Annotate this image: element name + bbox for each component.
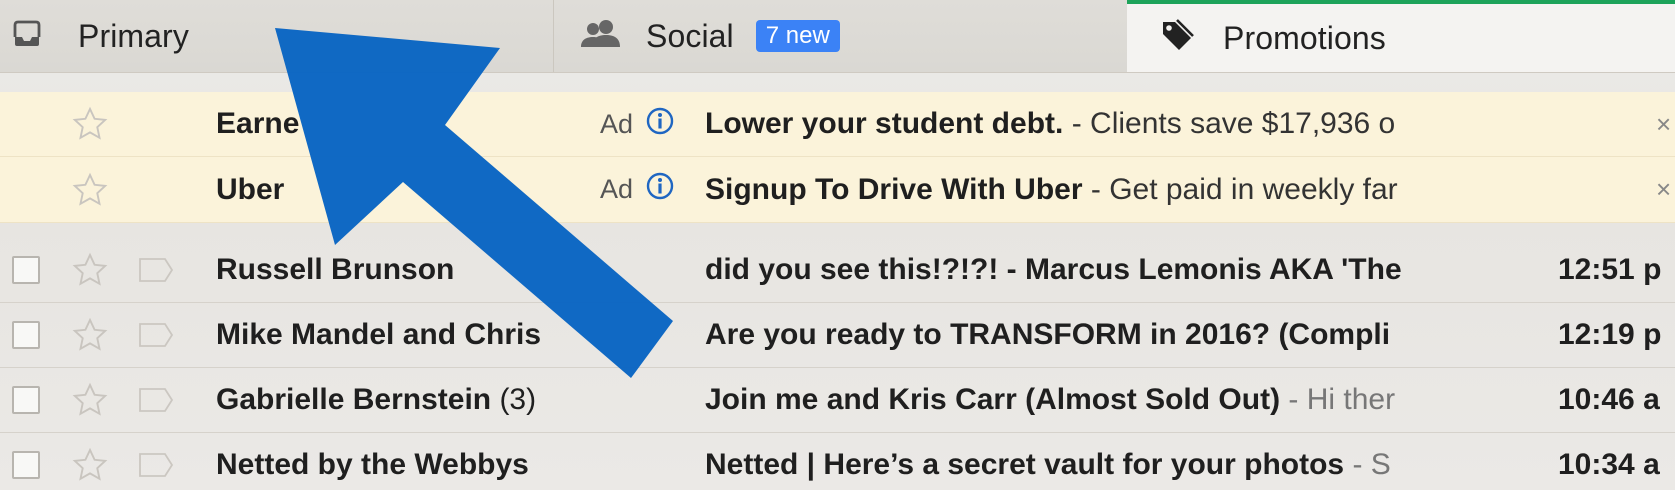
email-subject-line: Are you ready to TRANSFORM in 2016? (Com… [705,318,1472,352]
row-checkbox[interactable] [10,449,42,481]
important-marker-icon[interactable] [136,445,176,485]
row-checkbox[interactable] [10,319,42,351]
tab-promotions[interactable]: Promotions [1127,0,1675,72]
sender-name: Netted by the Webbys [216,448,529,481]
ad-subject: Lower your student debt. [705,107,1064,140]
message-list: Earne Ad Lower your student debt. - Clie… [0,92,1675,490]
important-marker-icon[interactable] [136,315,176,355]
subject-separator: - [1280,383,1307,416]
star-icon[interactable] [68,378,112,422]
email-subject: Are you ready to TRANSFORM in 2016? (Com… [705,318,1391,351]
thread-count: (3) [491,383,537,416]
email-row[interactable]: Russell Brunson did you see this!?!?! - … [0,238,1675,303]
ad-indicator: Ad [600,171,675,208]
star-icon[interactable] [68,248,112,292]
ad-subject: Signup To Drive With Uber [705,172,1083,206]
checkbox-box[interactable] [12,451,40,479]
email-subject-line: Join me and Kris Carr (Almost Sold Out) … [705,383,1472,417]
email-time: 10:34 a [1558,448,1660,481]
ad-sender: Earne [216,107,300,140]
close-icon[interactable]: × [1656,174,1671,205]
ad-row[interactable]: Uber Ad Signup To Drive With Uber - Get … [0,157,1675,223]
email-row[interactable]: Gabrielle Bernstein (3) Join me and Kris… [0,368,1675,433]
ad-indicator: Ad [600,106,675,143]
tab-divider [553,0,554,72]
sender-name: Gabrielle Bernstein [216,383,492,416]
email-row[interactable]: Netted by the Webbys Netted | Here’s a s… [0,433,1675,490]
row-checkbox[interactable] [10,384,42,416]
star-icon[interactable] [68,168,112,212]
email-subject-line: did you see this!?!?! - Marcus Lemonis A… [705,253,1472,287]
email-row[interactable]: Mike Mandel and Chris Are you ready to T… [0,303,1675,368]
subject-separator: - [1082,172,1110,206]
ad-label: Ad [600,108,634,139]
info-icon[interactable] [645,106,675,143]
email-snippet: Hi ther [1306,383,1396,416]
sender-name: Mike Mandel and Chris [216,318,542,351]
info-icon[interactable] [645,171,675,208]
star-icon[interactable] [68,102,112,146]
people-icon [580,19,622,54]
email-snippet: S [1370,448,1391,481]
email-time: 10:46 a [1558,383,1660,416]
email-subject: did you see this!?!?! - Marcus Lemonis A… [705,253,1402,286]
email-sender: Netted by the Webbys [216,448,529,482]
tab-promotions-label: Promotions [1223,19,1386,56]
ad-snippet: Get paid in weekly far [1109,172,1398,206]
ad-sender: Uber [216,172,285,206]
email-time: 12:51 p [1558,253,1662,286]
ad-snippet: Clients save $17,936 o [1090,107,1396,140]
email-subject: Netted | Here’s a secret vault for your … [705,448,1345,481]
checkbox-box[interactable] [12,386,40,414]
important-marker-icon[interactable] [136,380,176,420]
tab-social-label: Social [646,17,734,54]
social-new-badge: 7 new [755,19,840,53]
tab-social[interactable]: Social 7 new [580,0,840,72]
star-icon[interactable] [68,313,112,357]
inbox-tabs: Primary Social 7 new Promotions [0,0,1675,73]
tab-primary-label: Primary [78,17,189,54]
row-checkbox[interactable] [10,254,42,286]
ad-label: Ad [600,174,634,204]
star-icon[interactable] [68,443,112,487]
email-subject-line: Netted | Here’s a secret vault for your … [705,448,1472,482]
email-sender: Gabrielle Bernstein (3) [216,383,536,417]
email-time: 12:19 p [1558,318,1662,351]
checkbox-box[interactable] [12,321,40,349]
tab-primary[interactable]: Primary [0,0,553,72]
email-subject: Join me and Kris Carr (Almost Sold Out) [705,383,1281,416]
subject-separator: - [1344,448,1371,481]
email-sender: Russell Brunson [216,253,454,287]
sender-name: Russell Brunson [216,253,455,286]
email-sender: Mike Mandel and Chris [216,318,541,352]
inbox-icon [12,19,42,54]
ad-row[interactable]: Earne Ad Lower your student debt. - Clie… [0,92,1675,157]
gmail-inbox-screenshot: Primary Social 7 new Promotions Earne Ad… [0,0,1675,490]
tag-icon [1159,18,1195,59]
ad-subject-line: Signup To Drive With Uber - Get paid in … [705,173,1472,207]
important-marker-icon[interactable] [136,250,176,290]
checkbox-box[interactable] [12,256,40,284]
ad-subject-line: Lower your student debt. - Clients save … [705,107,1472,141]
subject-separator: - [1063,107,1091,140]
close-icon[interactable]: × [1656,109,1671,140]
ad-separator [0,223,1675,238]
